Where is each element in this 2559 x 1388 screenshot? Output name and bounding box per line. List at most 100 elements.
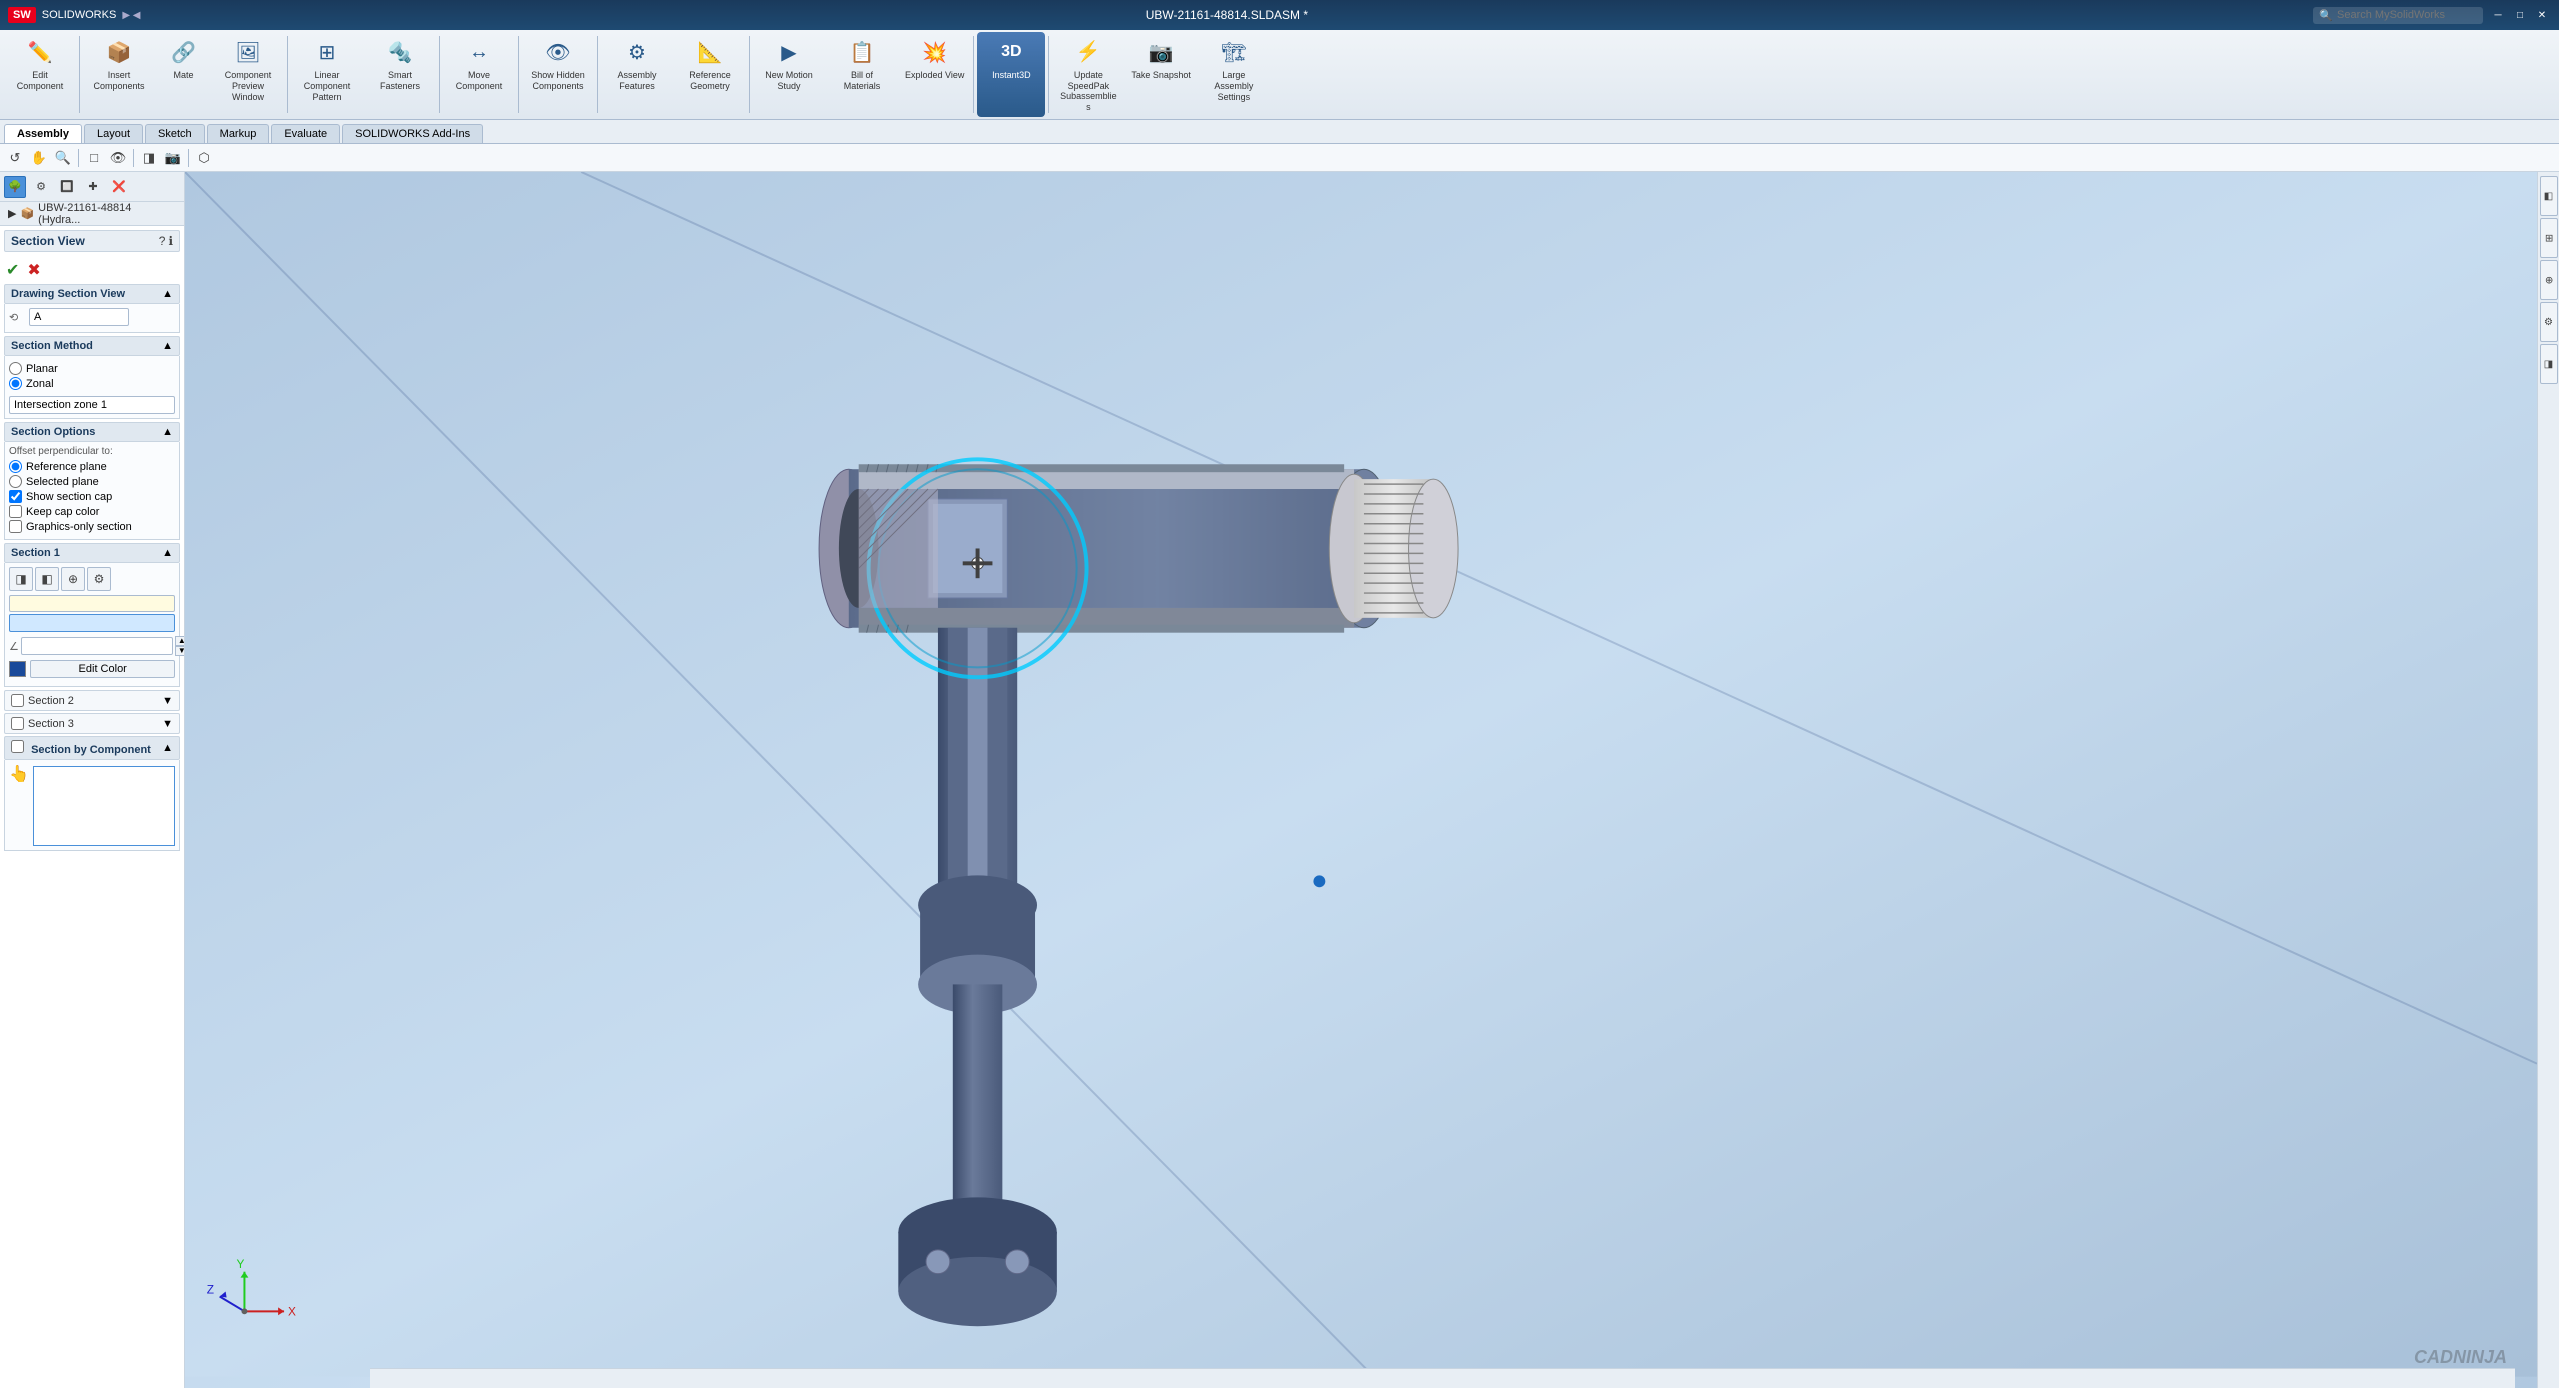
rp-btn-4[interactable]: ⚙ (2540, 302, 2558, 342)
section-by-component-checkbox[interactable] (11, 740, 24, 753)
keep-cap-color-label[interactable]: Keep cap color (26, 506, 99, 518)
planar-radio[interactable] (9, 362, 22, 375)
display-style-btn[interactable]: □ (83, 147, 105, 169)
angle-input[interactable]: 65.42563482deg (21, 637, 173, 655)
move-component-tool[interactable]: ↔ Move Component (443, 32, 515, 117)
tab-solidworks-add-ins[interactable]: SOLIDWORKS Add-Ins (342, 124, 483, 143)
section-view-btn[interactable]: ◨ (138, 147, 160, 169)
rp-btn-3[interactable]: ⊕ (2540, 260, 2558, 300)
tab-sketch[interactable]: Sketch (145, 124, 205, 143)
show-section-cap-label[interactable]: Show section cap (26, 491, 112, 503)
selected-plane-label[interactable]: Selected plane (26, 476, 99, 488)
close-panel-btn[interactable]: ❌ (108, 176, 130, 198)
s1-settings-btn[interactable]: ⚙ (87, 567, 111, 591)
svg-text:X: X (288, 1304, 296, 1318)
graphics-only-row: Graphics-only section (9, 520, 175, 533)
new-motion-study-tool[interactable]: ▶ New Motion Study (753, 32, 825, 117)
instant3d-tool[interactable]: 3D Instant3D (977, 32, 1045, 117)
section1-buttons: ◨ ◧ ⊕ ⚙ (9, 567, 175, 591)
edit-component-tool[interactable]: ✏️ Edit Component (4, 32, 76, 117)
large-assembly-settings-tool[interactable]: 🏗 Large Assembly Settings (1198, 32, 1270, 117)
view-selector-btn[interactable]: ⬡ (193, 147, 215, 169)
angle-up-btn[interactable]: ▲ (175, 636, 184, 646)
section-view-title-bar: Section View ? ℹ (4, 230, 180, 252)
keep-cap-color-checkbox[interactable] (9, 505, 22, 518)
search-input[interactable] (2337, 9, 2477, 21)
reference-plane-radio[interactable] (9, 460, 22, 473)
drawing-section-view-header[interactable]: Drawing Section View ▲ (4, 284, 180, 304)
close-button[interactable]: ✕ (2533, 6, 2551, 24)
s1-front-btn[interactable]: ◨ (9, 567, 33, 591)
plus-btn[interactable]: ✚ (82, 176, 104, 198)
graphics-only-checkbox[interactable] (9, 520, 22, 533)
document-title: UBW-21161-48814.SLDASM * (140, 8, 2313, 22)
reference-geometry-tool[interactable]: 📐 Reference Geometry (674, 32, 746, 117)
s1-right-btn[interactable]: ⊕ (61, 567, 85, 591)
search-icon: 🔍 (2319, 9, 2333, 22)
zonal-label[interactable]: Zonal (26, 378, 54, 390)
rp-btn-1[interactable]: ◧ (2540, 176, 2558, 216)
hide-show-btn[interactable]: 👁 (107, 147, 129, 169)
property-manager-btn[interactable]: ⚙ (30, 176, 52, 198)
title-bar: SW SOLIDWORKS ▶ ◀ UBW-21161-48814.SLDASM… (0, 0, 2559, 30)
accept-button[interactable]: ✔ (4, 258, 21, 282)
angle-spinner: ▲ ▼ (175, 636, 184, 656)
section1-header[interactable]: Section 1 ▲ (4, 543, 180, 563)
restore-button[interactable]: □ (2511, 6, 2529, 24)
bill-of-materials-tool[interactable]: 📋 Bill of Materials (826, 32, 898, 117)
tab-evaluate[interactable]: Evaluate (271, 124, 340, 143)
reject-button[interactable]: ✖ (25, 258, 42, 282)
show-hidden-components-tool[interactable]: 👁 Show Hidden Components (522, 32, 594, 117)
camera-btn[interactable]: 📷 (162, 147, 184, 169)
section3-row[interactable]: Section 3 ▼ (4, 713, 180, 734)
minimize-button[interactable]: ─ (2489, 6, 2507, 24)
zoom-btn[interactable]: 🔍 (52, 147, 74, 169)
zonal-radio[interactable] (9, 377, 22, 390)
feature-manager-btn[interactable]: 🌳 (4, 176, 26, 198)
section2-checkbox[interactable] (11, 694, 24, 707)
rp-btn-2[interactable]: ⊞ (2540, 218, 2558, 258)
take-snapshot-tool[interactable]: 📷 Take Snapshot (1125, 32, 1197, 117)
angle-down-btn[interactable]: ▼ (175, 646, 184, 656)
pan-view-btn[interactable]: ✋ (28, 147, 50, 169)
tab-assembly[interactable]: Assembly (4, 124, 82, 143)
section-view-info-icon[interactable]: ℹ (168, 234, 173, 248)
section3-checkbox[interactable] (11, 717, 24, 730)
section-view-help-icon[interactable]: ? (159, 234, 166, 248)
assembly-features-tool[interactable]: ⚙ Assembly Features (601, 32, 673, 117)
rp-btn-5[interactable]: ◨ (2540, 344, 2558, 384)
section-by-component-header[interactable]: Section by Component ▲ (4, 736, 180, 760)
smart-fasteners-tool[interactable]: 🔩 Smart Fasteners (364, 32, 436, 117)
planar-label[interactable]: Planar (26, 363, 58, 375)
face-selection-input[interactable]: Face<1>@UBW-21161-4882 (9, 595, 175, 612)
rotate-view-btn[interactable]: ↺ (4, 147, 26, 169)
insert-components-tool[interactable]: 📦 Insert Components (83, 32, 155, 117)
mate-label: Mate (173, 70, 193, 81)
s1-top-btn[interactable]: ◧ (35, 567, 59, 591)
tab-markup[interactable]: Markup (207, 124, 270, 143)
edit-color-button[interactable]: Edit Color (30, 660, 175, 678)
show-section-cap-checkbox[interactable] (9, 490, 22, 503)
configuration-btn[interactable]: 🔲 (56, 176, 78, 198)
section2-row[interactable]: Section 2 ▼ (4, 690, 180, 711)
update-speedpak-tool[interactable]: ⚡ Update SpeedPak Subassemblies (1052, 32, 1124, 117)
path-text: UBW-21161-48814 (Hydra... (38, 202, 176, 226)
selected-plane-radio[interactable] (9, 475, 22, 488)
exploded-view-tool[interactable]: 💥 Exploded View (899, 32, 970, 117)
component-listbox[interactable] (33, 766, 175, 846)
main-toolbar: ✏️ Edit Component 📦 Insert Components 🔗 … (0, 30, 2559, 120)
intersection-zone-input[interactable] (9, 396, 175, 414)
reference-plane-label[interactable]: Reference plane (26, 461, 107, 473)
drawing-section-name-input[interactable] (29, 308, 129, 326)
color-swatch (9, 661, 26, 677)
insert-components-icon: 📦 (103, 36, 135, 68)
tab-layout[interactable]: Layout (84, 124, 143, 143)
point-selection-input[interactable]: Point1@Origin (9, 614, 175, 632)
graphics-only-label[interactable]: Graphics-only section (26, 521, 132, 533)
linear-component-pattern-tool[interactable]: ⊞ Linear Component Pattern (291, 32, 363, 117)
section-method-header[interactable]: Section Method ▲ (4, 336, 180, 356)
mate-tool[interactable]: 🔗 Mate (156, 32, 211, 117)
component-preview-window-tool[interactable]: 🖼 Component Preview Window (212, 32, 284, 117)
3d-viewport[interactable]: X Y Z CADNINJA (185, 172, 2537, 1388)
section-options-header[interactable]: Section Options ▲ (4, 422, 180, 442)
